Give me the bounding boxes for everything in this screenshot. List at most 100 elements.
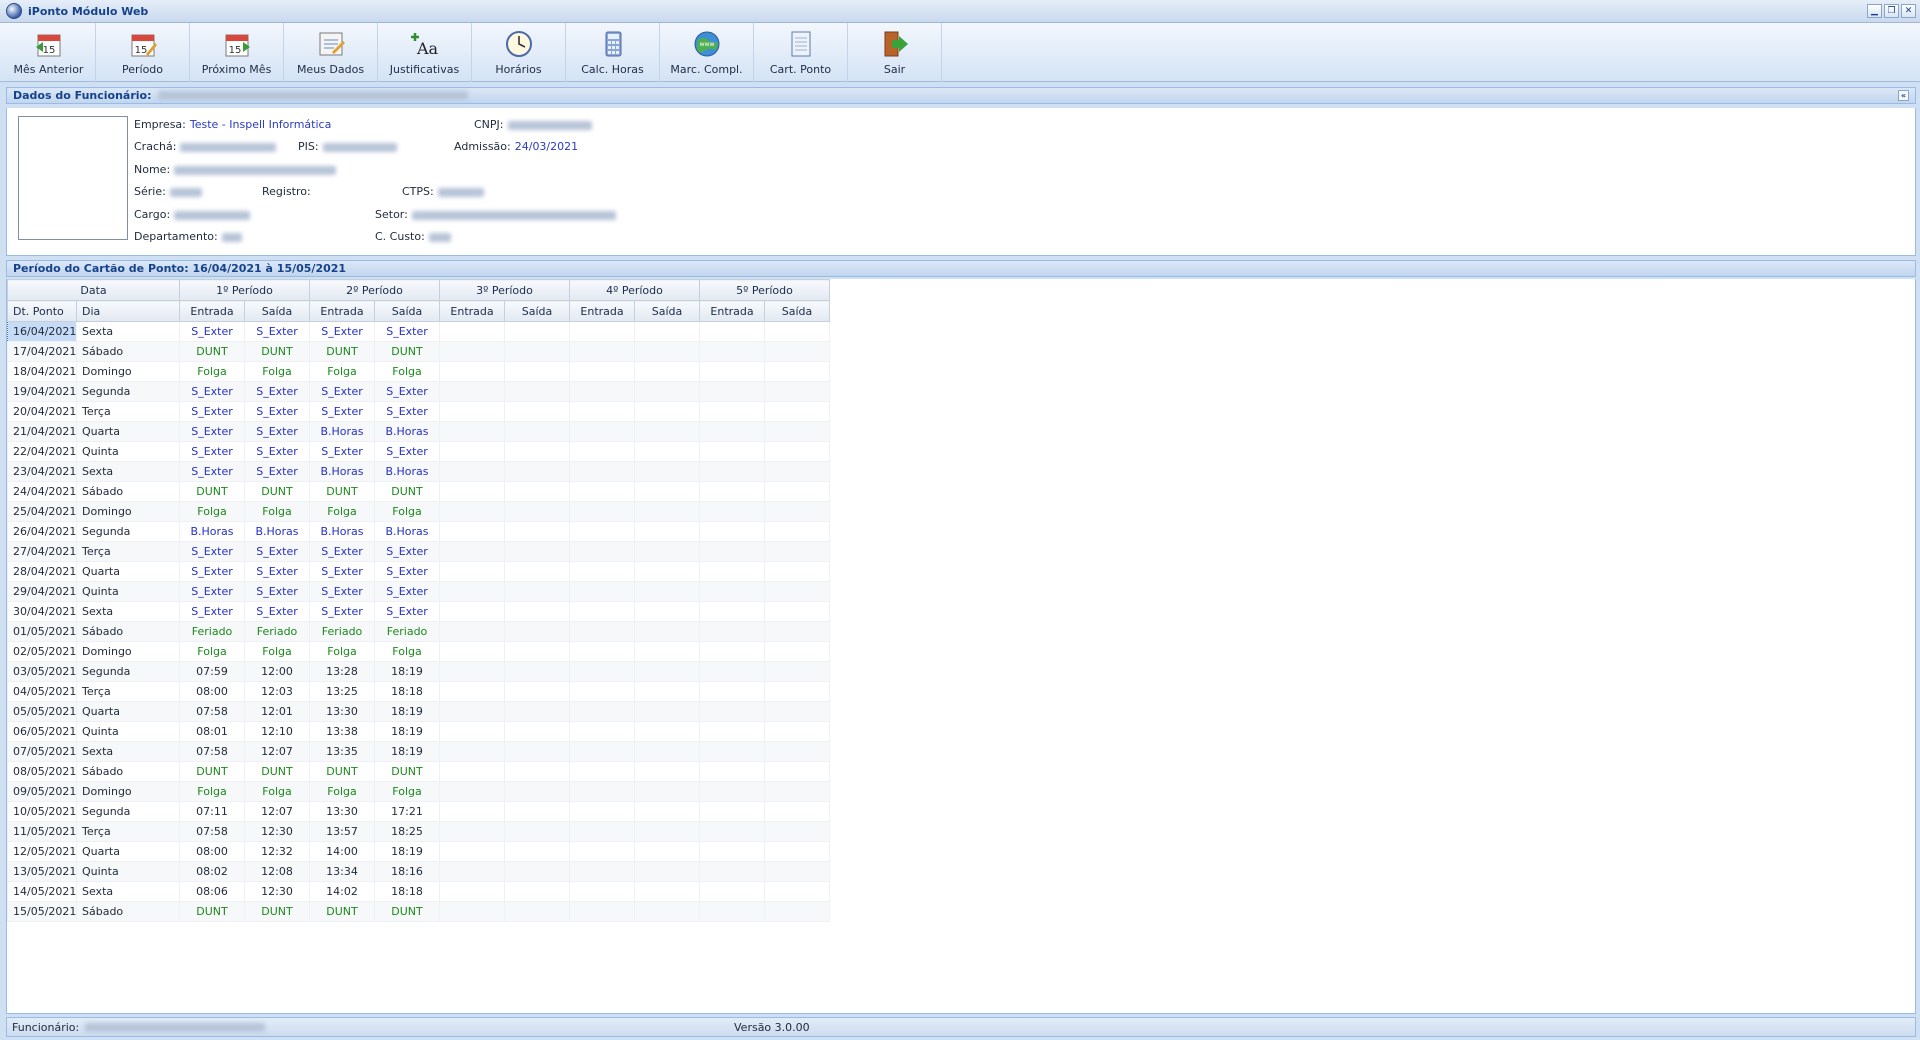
table-row[interactable]: 01/05/2021 Sábado Feriado Feriado Feriado Fer… — [7, 621, 831, 642]
punch-cell[interactable]: DUNT — [374, 901, 441, 922]
punch-cell[interactable] — [504, 861, 571, 882]
punch-cell[interactable] — [504, 701, 571, 722]
date-cell[interactable]: 28/04/2021 — [7, 561, 77, 582]
punch-cell[interactable] — [439, 441, 506, 462]
punch-cell[interactable] — [699, 461, 766, 482]
punch-cell[interactable] — [569, 821, 636, 842]
punch-cell[interactable]: Folga — [309, 641, 376, 662]
punch-cell[interactable] — [439, 361, 506, 382]
punch-cell[interactable] — [699, 501, 766, 522]
punch-cell[interactable] — [699, 701, 766, 722]
punch-cell[interactable] — [569, 501, 636, 522]
date-cell[interactable]: 03/05/2021 — [7, 661, 77, 682]
date-cell[interactable]: 06/05/2021 — [7, 721, 77, 742]
column-group-header[interactable]: 4º Período — [569, 279, 701, 301]
punch-cell[interactable] — [439, 861, 506, 882]
punch-cell[interactable]: 12:00 — [244, 661, 311, 682]
time-card-button[interactable]: Cart. Ponto — [754, 23, 848, 82]
date-cell[interactable]: 22/04/2021 — [7, 441, 77, 462]
punch-cell[interactable]: Folga — [179, 781, 246, 802]
punch-cell[interactable]: S_Exter — [244, 321, 311, 342]
minimize-icon[interactable]: ▁ — [1867, 4, 1882, 18]
schedules-button[interactable]: Horários — [472, 23, 566, 82]
column-header[interactable]: Entrada — [569, 300, 636, 322]
punch-cell[interactable] — [504, 341, 571, 362]
punch-cell[interactable] — [764, 581, 831, 602]
weekday-cell[interactable]: Terça — [75, 541, 181, 562]
table-row[interactable]: 23/04/2021 Sexta S_Exter S_Exter B.Horas B.Ho… — [7, 461, 831, 482]
punch-cell[interactable] — [569, 441, 636, 462]
punch-cell[interactable]: 18:16 — [374, 861, 441, 882]
punch-cell[interactable] — [439, 521, 506, 542]
punch-cell[interactable]: Folga — [309, 781, 376, 802]
punch-cell[interactable] — [504, 661, 571, 682]
punch-cell[interactable]: S_Exter — [179, 421, 246, 442]
punch-cell[interactable]: 13:30 — [309, 701, 376, 722]
weekday-cell[interactable]: Terça — [75, 401, 181, 422]
exit-button[interactable]: Sair — [848, 23, 942, 82]
date-cell[interactable]: 05/05/2021 — [7, 701, 77, 722]
punch-cell[interactable] — [569, 701, 636, 722]
punch-cell[interactable]: 12:03 — [244, 681, 311, 702]
weekday-cell[interactable]: Quinta — [75, 581, 181, 602]
date-cell[interactable]: 02/05/2021 — [7, 641, 77, 662]
punch-cell[interactable] — [569, 861, 636, 882]
date-cell[interactable]: 27/04/2021 — [7, 541, 77, 562]
punch-cell[interactable]: Folga — [244, 641, 311, 662]
punch-cell[interactable] — [699, 621, 766, 642]
weekday-cell[interactable]: Quarta — [75, 421, 181, 442]
punch-cell[interactable]: S_Exter — [244, 461, 311, 482]
punch-cell[interactable]: S_Exter — [179, 541, 246, 562]
punch-cell[interactable] — [764, 821, 831, 842]
table-row[interactable]: 16/04/2021 Sexta S_Exter S_Exter S_Exter S_Ex… — [7, 321, 831, 342]
punch-cell[interactable] — [504, 621, 571, 642]
punch-cell[interactable]: DUNT — [244, 901, 311, 922]
punch-cell[interactable] — [439, 481, 506, 502]
punch-cell[interactable] — [634, 381, 701, 402]
punch-cell[interactable] — [699, 841, 766, 862]
punch-cell[interactable] — [634, 521, 701, 542]
punch-cell[interactable] — [634, 761, 701, 782]
punch-cell[interactable] — [699, 441, 766, 462]
punch-cell[interactable] — [764, 881, 831, 902]
column-header[interactable]: Saída — [504, 300, 571, 322]
weekday-cell[interactable]: Segunda — [75, 801, 181, 822]
punch-cell[interactable] — [439, 641, 506, 662]
punch-cell[interactable]: S_Exter — [179, 581, 246, 602]
date-cell[interactable]: 15/05/2021 — [7, 901, 77, 922]
date-cell[interactable]: 08/05/2021 — [7, 761, 77, 782]
table-row[interactable]: 24/04/2021 Sábado DUNT DUNT DUNT DUNT — [7, 481, 831, 502]
punch-cell[interactable] — [764, 501, 831, 522]
punch-cell[interactable]: S_Exter — [374, 601, 441, 622]
punch-cell[interactable]: Folga — [309, 501, 376, 522]
punch-cell[interactable] — [569, 421, 636, 442]
table-row[interactable]: 12/05/2021 Quarta 08:00 12:32 14:00 18:19 — [7, 841, 831, 862]
table-row[interactable]: 26/04/2021 Segunda B.Horas B.Horas B.Horas B.… — [7, 521, 831, 542]
table-row[interactable]: 13/05/2021 Quinta 08:02 12:08 13:34 18:16 — [7, 861, 831, 882]
punch-cell[interactable] — [504, 641, 571, 662]
punch-cell[interactable]: 07:11 — [179, 801, 246, 822]
punch-cell[interactable] — [504, 501, 571, 522]
punch-cell[interactable] — [504, 561, 571, 582]
table-row[interactable]: 21/04/2021 Quarta S_Exter S_Exter B.Horas B.H… — [7, 421, 831, 442]
column-header[interactable]: Entrada — [309, 300, 376, 322]
punch-cell[interactable]: 18:18 — [374, 881, 441, 902]
punch-cell[interactable] — [764, 481, 831, 502]
punch-cell[interactable] — [569, 481, 636, 502]
punch-cell[interactable] — [504, 801, 571, 822]
punch-cell[interactable]: 12:08 — [244, 861, 311, 882]
punch-cell[interactable] — [634, 741, 701, 762]
punch-cell[interactable] — [699, 361, 766, 382]
punch-cell[interactable]: DUNT — [179, 901, 246, 922]
punch-cell[interactable]: Folga — [244, 781, 311, 802]
date-cell[interactable]: 14/05/2021 — [7, 881, 77, 902]
punch-cell[interactable] — [699, 881, 766, 902]
column-header[interactable]: Entrada — [699, 300, 766, 322]
punch-cell[interactable] — [439, 901, 506, 922]
punch-cell[interactable] — [439, 661, 506, 682]
table-row[interactable]: 05/05/2021 Quarta 07:58 12:01 13:30 18:19 — [7, 701, 831, 722]
punch-cell[interactable]: 07:58 — [179, 701, 246, 722]
prev-month-button[interactable]: 15 Mês Anterior — [2, 23, 96, 82]
punch-cell[interactable] — [439, 881, 506, 902]
weekday-cell[interactable]: Sexta — [75, 601, 181, 622]
